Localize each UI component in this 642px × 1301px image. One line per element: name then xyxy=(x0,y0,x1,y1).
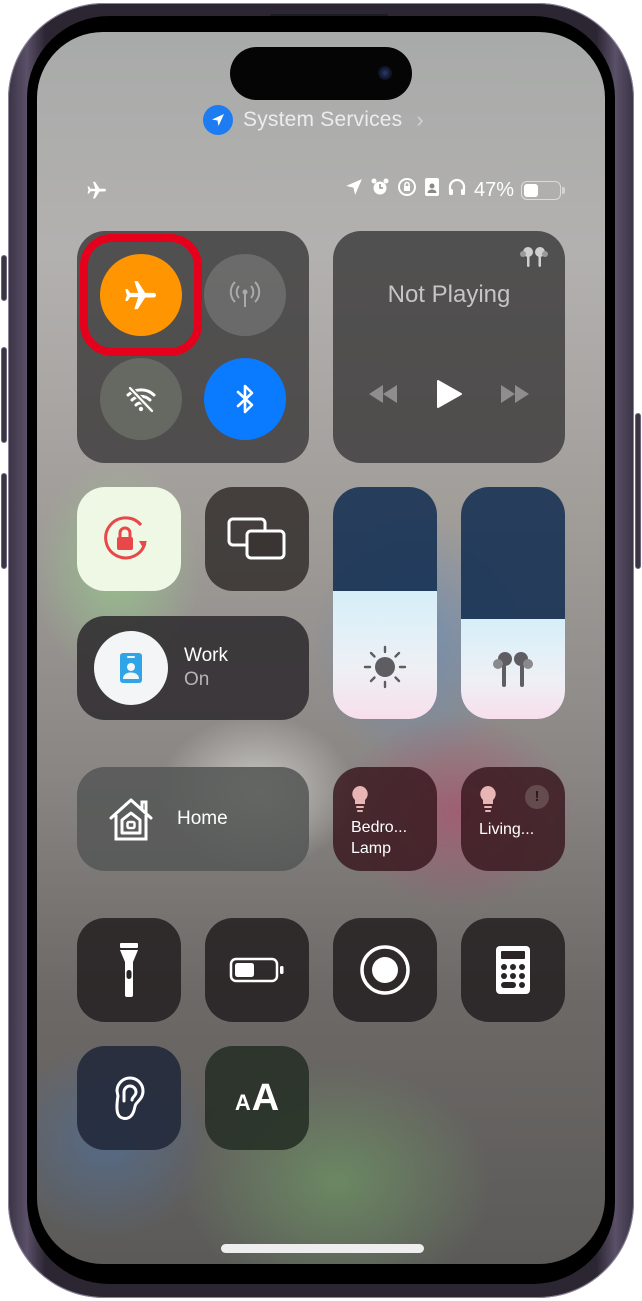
cellular-data-toggle[interactable] xyxy=(204,254,286,336)
record-icon xyxy=(360,945,410,995)
chevron-right-icon: › xyxy=(416,107,424,132)
accessory-label: Living... xyxy=(479,819,534,840)
sun-icon xyxy=(333,643,437,691)
status-bar-right: 47% xyxy=(345,176,565,204)
focus-work-icon xyxy=(424,177,440,203)
play-icon[interactable] xyxy=(435,379,463,414)
bluetooth-toggle[interactable] xyxy=(204,358,286,440)
airpods-icon xyxy=(461,649,565,691)
fast-forward-icon[interactable] xyxy=(499,383,531,410)
screen-recording-button[interactable] xyxy=(333,918,437,1022)
airplane-status-icon xyxy=(85,178,109,202)
hearing-button[interactable] xyxy=(77,1046,181,1150)
alarm-icon xyxy=(370,177,390,203)
media-controls xyxy=(333,379,565,414)
flashlight-button[interactable] xyxy=(77,918,181,1022)
alert-icon: ! xyxy=(525,785,549,809)
orientation-lock-toggle[interactable] xyxy=(77,487,181,591)
volume-slider[interactable] xyxy=(461,487,565,719)
now-playing-module[interactable]: Not Playing xyxy=(333,231,565,463)
battery-icon xyxy=(521,180,565,200)
location-banner-label: System Services xyxy=(243,108,403,131)
accessory-living-room[interactable]: ! Living... xyxy=(461,767,565,871)
lightbulb-icon xyxy=(351,785,369,818)
focus-work-button[interactable]: Work On xyxy=(77,616,309,720)
bluetooth-icon xyxy=(236,384,254,414)
location-services-banner[interactable]: System Services › xyxy=(203,104,424,136)
highlight-annotation xyxy=(80,234,202,356)
front-camera xyxy=(378,66,392,80)
volume-down-button[interactable] xyxy=(1,473,7,569)
volume-up-button[interactable] xyxy=(1,347,7,443)
text-size-button[interactable]: A A xyxy=(205,1046,309,1150)
accessory-label-line1: Bedro... xyxy=(351,819,408,836)
rewind-icon[interactable] xyxy=(367,383,399,410)
accessory-label-line2: Lamp xyxy=(351,840,392,857)
text-size-large-a: A xyxy=(251,1076,280,1119)
focus-name: Work xyxy=(184,645,228,666)
battery-icon xyxy=(229,957,284,983)
screen-mirroring-icon xyxy=(227,517,286,560)
battery-fill xyxy=(524,183,538,197)
media-title: Not Playing xyxy=(387,281,511,308)
wifi-off-icon xyxy=(126,386,156,413)
connectivity-module xyxy=(77,231,309,463)
location-arrow-icon xyxy=(203,105,233,135)
antenna-icon xyxy=(229,281,261,307)
text-size-small-a: A xyxy=(234,1089,251,1115)
orientation-lock-icon xyxy=(104,516,147,560)
id-badge-icon xyxy=(120,653,142,683)
focus-state: On xyxy=(184,669,210,690)
low-power-mode-button[interactable] xyxy=(205,918,309,1022)
accessory-bedroom-lamp[interactable]: Bedro... Lamp xyxy=(333,767,437,871)
ear-icon xyxy=(115,1076,145,1120)
flashlight-icon xyxy=(120,943,138,997)
brightness-slider[interactable] xyxy=(333,487,437,719)
home-label: Home xyxy=(177,808,228,829)
wifi-toggle[interactable] xyxy=(100,358,182,440)
lightbulb-icon xyxy=(479,785,497,818)
calculator-button[interactable] xyxy=(461,918,565,1022)
control-center-screen: System Services › 47% Not Playing Work O… xyxy=(37,32,605,1264)
calculator-icon xyxy=(496,946,530,994)
orientation-lock-icon xyxy=(397,177,417,203)
action-button[interactable] xyxy=(1,255,7,301)
screen-mirroring-button[interactable] xyxy=(205,487,309,591)
home-indicator[interactable] xyxy=(221,1244,424,1253)
battery-percent: 47% xyxy=(473,178,514,201)
accessory-label: Bedro... Lamp xyxy=(351,817,407,859)
focus-text: Work On xyxy=(184,645,228,691)
headphones-icon xyxy=(447,177,467,203)
dynamic-island xyxy=(230,47,412,100)
home-button[interactable]: Home xyxy=(77,767,309,871)
text-size-icon: A A xyxy=(235,1077,279,1120)
airpods-icon[interactable] xyxy=(519,245,549,274)
focus-icon-circle xyxy=(94,631,168,705)
accessory-label-line1: Living... xyxy=(479,821,535,838)
side-power-button[interactable] xyxy=(635,413,641,569)
home-icon xyxy=(109,798,153,841)
location-icon xyxy=(345,178,363,202)
